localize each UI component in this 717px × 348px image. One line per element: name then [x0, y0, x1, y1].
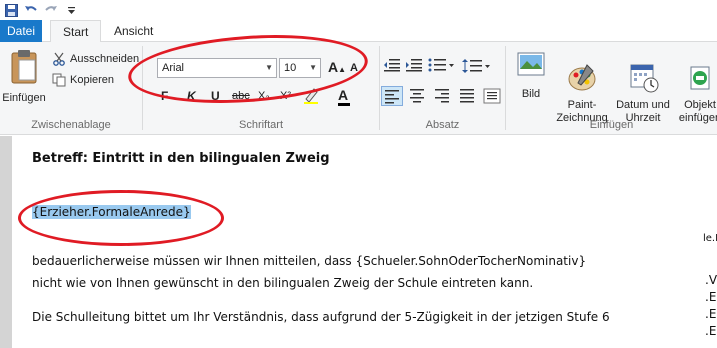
- quick-access-toolbar: [0, 0, 717, 20]
- clipboard-group-label: Zwischenablage: [31, 119, 111, 131]
- paragraph-group-label: Absatz: [425, 119, 460, 131]
- side-item: .V: [705, 273, 717, 287]
- copy-label: Kopieren: [70, 74, 115, 86]
- line-spacing-icon[interactable]: [462, 58, 492, 74]
- redo-icon[interactable]: [44, 3, 58, 17]
- scissors-icon: [52, 52, 66, 66]
- group-separator: [379, 46, 380, 130]
- cut-label: Ausschneiden: [70, 53, 140, 65]
- calendar-clock-icon: [630, 64, 659, 93]
- tab-start[interactable]: Start: [50, 20, 102, 43]
- customize-toolbar-icon[interactable]: [64, 3, 78, 17]
- side-item: .E: [705, 307, 717, 321]
- document-line-1[interactable]: bedauerlicherweise müssen wir Ihnen mitt…: [32, 254, 586, 268]
- document-line-2[interactable]: nicht wie von Ihnen gewünscht in den bil…: [32, 276, 533, 290]
- paragraph-settings-icon[interactable]: [483, 88, 501, 104]
- document-line-3[interactable]: Die Schulleitung bittet um Ihr Verständn…: [32, 310, 610, 324]
- side-item: .E: [705, 290, 717, 304]
- document-subject[interactable]: Betreff: Eintritt in den bilingualen Zwe…: [32, 151, 330, 166]
- align-center-icon[interactable]: [408, 88, 426, 104]
- annotation-ellipse-salutation: [18, 190, 224, 246]
- save-icon[interactable]: [4, 3, 18, 17]
- insert-group-label: Einfügen: [589, 119, 634, 131]
- side-item: .E: [705, 324, 717, 338]
- tab-view[interactable]: Ansicht: [102, 20, 165, 43]
- copy-button[interactable]: Kopieren: [52, 73, 114, 87]
- object-icon: [690, 66, 710, 90]
- align-left-icon[interactable]: [381, 86, 403, 106]
- side-item: le.B: [703, 233, 717, 244]
- font-color-button[interactable]: A: [338, 87, 350, 106]
- paste-label: Einfügen: [2, 92, 46, 104]
- cut-button[interactable]: Ausschneiden: [52, 52, 139, 66]
- tab-file[interactable]: Datei: [0, 20, 42, 42]
- copy-icon: [52, 73, 66, 87]
- picture-label: Bild: [521, 88, 541, 100]
- undo-icon[interactable]: [24, 3, 38, 17]
- align-right-icon[interactable]: [433, 88, 451, 104]
- insert-picture-button[interactable]: Bild: [509, 50, 553, 101]
- bullet-list-icon[interactable]: [428, 58, 456, 74]
- increase-indent-icon[interactable]: [405, 58, 423, 74]
- clipboard-icon: [11, 50, 37, 84]
- palette-icon: [568, 64, 596, 91]
- paste-button[interactable]: Einfügen: [2, 50, 46, 105]
- group-separator: [505, 46, 506, 130]
- justify-icon[interactable]: [458, 88, 476, 104]
- ribbon-tabs: Datei Start Ansicht: [0, 20, 717, 43]
- decrease-indent-icon[interactable]: [383, 58, 401, 74]
- picture-icon: [517, 52, 545, 76]
- font-group-label: Schriftart: [238, 119, 283, 131]
- font-color-swatch: [338, 103, 350, 106]
- font-color-label: A: [338, 87, 349, 103]
